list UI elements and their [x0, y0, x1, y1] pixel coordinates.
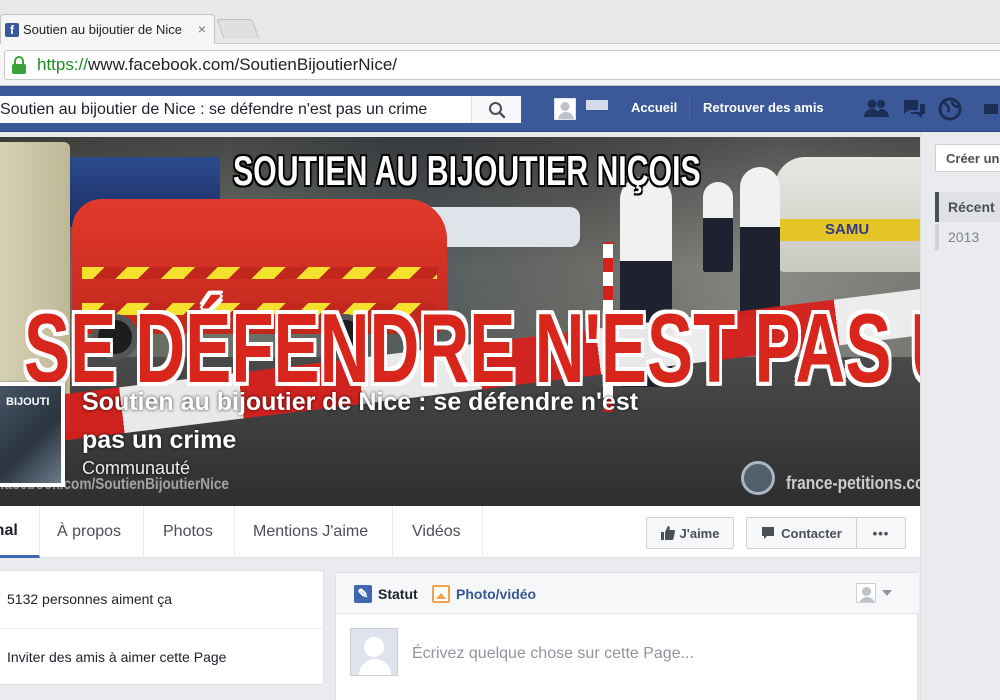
more-dots-icon: ••• [872, 525, 890, 541]
status-tab[interactable]: ✎ Statut [354, 585, 418, 603]
browser-tab[interactable]: f Soutien au bijoutier de Nice × [0, 14, 215, 44]
post-composer: ✎ Statut Photo/vidéo Écrivez quelque cho… [335, 572, 919, 700]
create-page-label: Créer une Page [946, 150, 1000, 166]
likes-count-text[interactable]: 5132 personnes aiment ça [7, 591, 172, 607]
search-input[interactable]: Soutien au bijoutier de Nice : se défend… [0, 101, 466, 119]
tab-videos[interactable]: Vidéos [393, 506, 483, 558]
browser-tab-strip: f Soutien au bijoutier de Nice × [0, 0, 1000, 44]
thumbs-up-icon [660, 526, 675, 540]
page-profile-picture[interactable]: BIJOUTI [0, 382, 65, 487]
ambulance-label: SAMU [825, 221, 870, 238]
tab-label: Journal [0, 521, 18, 539]
notifications-globe-icon[interactable] [936, 97, 964, 121]
search-box: Soutien au bijoutier de Nice : se défend… [0, 96, 521, 123]
browser-address-bar: https://www.facebook.com/SoutienBijoutie… [0, 44, 1000, 86]
composer-header: ✎ Statut Photo/vidéo [336, 573, 919, 614]
tab-timeline[interactable]: Journal [0, 506, 40, 558]
year-label: 2013 [948, 229, 980, 245]
officer-figure [703, 182, 733, 272]
nav-find-friends-link[interactable]: Retrouver des amis [703, 100, 824, 115]
post-as-avatar[interactable] [856, 583, 876, 603]
browser-tab-title: Soutien au bijoutier de Nice [23, 22, 182, 37]
tab-label: Photos [163, 523, 213, 540]
friend-requests-icon[interactable] [862, 97, 890, 121]
composer-input[interactable]: Écrivez quelque chose sur cette Page... [412, 645, 694, 663]
nav-separator [689, 96, 690, 122]
url-scheme: https:// [37, 55, 89, 74]
tab-photos[interactable]: Photos [144, 506, 235, 558]
facebook-favicon-icon: f [5, 22, 19, 37]
tab-label: Mentions J'aime [253, 523, 369, 540]
cover-headline-top: SOUTIEN AU BIJOUTIER NIÇOIS [233, 147, 701, 194]
contact-button[interactable]: Contacter [746, 517, 857, 549]
photo-video-tab-label: Photo/vidéo [456, 586, 537, 602]
search-icon [488, 101, 505, 118]
pencil-icon: ✎ [354, 585, 372, 603]
page-category[interactable]: Communauté [82, 458, 190, 479]
timeline-recent-item[interactable]: Récent [935, 192, 1000, 222]
card-divider [0, 628, 325, 629]
url-field[interactable]: https://www.facebook.com/SoutienBijoutie… [4, 50, 1000, 80]
ambulance-shape: SAMU [775, 157, 920, 272]
tab-close-icon[interactable]: × [198, 21, 206, 37]
nav-home-link[interactable]: Accueil [631, 100, 677, 115]
photo-icon [432, 585, 450, 603]
petition-logo-icon [741, 461, 775, 495]
tab-likes[interactable]: Mentions J'aime [235, 506, 393, 558]
message-bubble-icon [762, 527, 775, 539]
tab-label: Vidéos [412, 523, 461, 540]
facebook-top-bar: Soutien au bijoutier de Nice : se défend… [0, 86, 1000, 132]
status-tab-label: Statut [378, 586, 418, 602]
user-name-link[interactable] [586, 100, 608, 110]
more-options-button[interactable]: ••• [856, 517, 906, 549]
composer-avatar [350, 628, 398, 676]
page-title[interactable]: Soutien au bijoutier de Nice : se défend… [82, 383, 682, 459]
photo-video-tab[interactable]: Photo/vidéo [432, 585, 536, 603]
right-column: Créer une Page Récent 2013 [920, 132, 1000, 700]
profile-picture-text: BIJOUTI [6, 396, 50, 408]
create-page-button[interactable]: Créer une Page [935, 144, 1000, 172]
invite-friends-link[interactable]: Inviter des amis à aimer cette Page [7, 649, 226, 665]
messages-icon[interactable] [900, 97, 928, 121]
like-button-label: J'aime [679, 525, 720, 541]
contact-button-label: Contacter [781, 525, 842, 541]
lock-icon [11, 56, 27, 74]
page-tabs-bar: Journal À propos Photos Mentions J'aime … [0, 506, 920, 558]
tab-label: À propos [57, 523, 122, 540]
user-avatar[interactable] [554, 98, 576, 120]
page-likes-card: 5132 personnes aiment ça Inviter des ami… [0, 570, 325, 685]
new-tab-button[interactable] [216, 19, 260, 39]
tab-about[interactable]: À propos [40, 506, 144, 558]
like-page-button[interactable]: J'aime [646, 517, 734, 549]
recent-label: Récent [948, 199, 995, 215]
url-path: www.facebook.com/SoutienBijoutierNice/ [88, 55, 398, 74]
chevron-down-icon[interactable] [882, 590, 892, 596]
timeline-year-item[interactable]: 2013 [935, 224, 1000, 250]
cover-watermark-site: france-petitions.com [786, 473, 920, 493]
search-button[interactable] [471, 96, 521, 123]
settings-icon[interactable] [982, 97, 1000, 121]
